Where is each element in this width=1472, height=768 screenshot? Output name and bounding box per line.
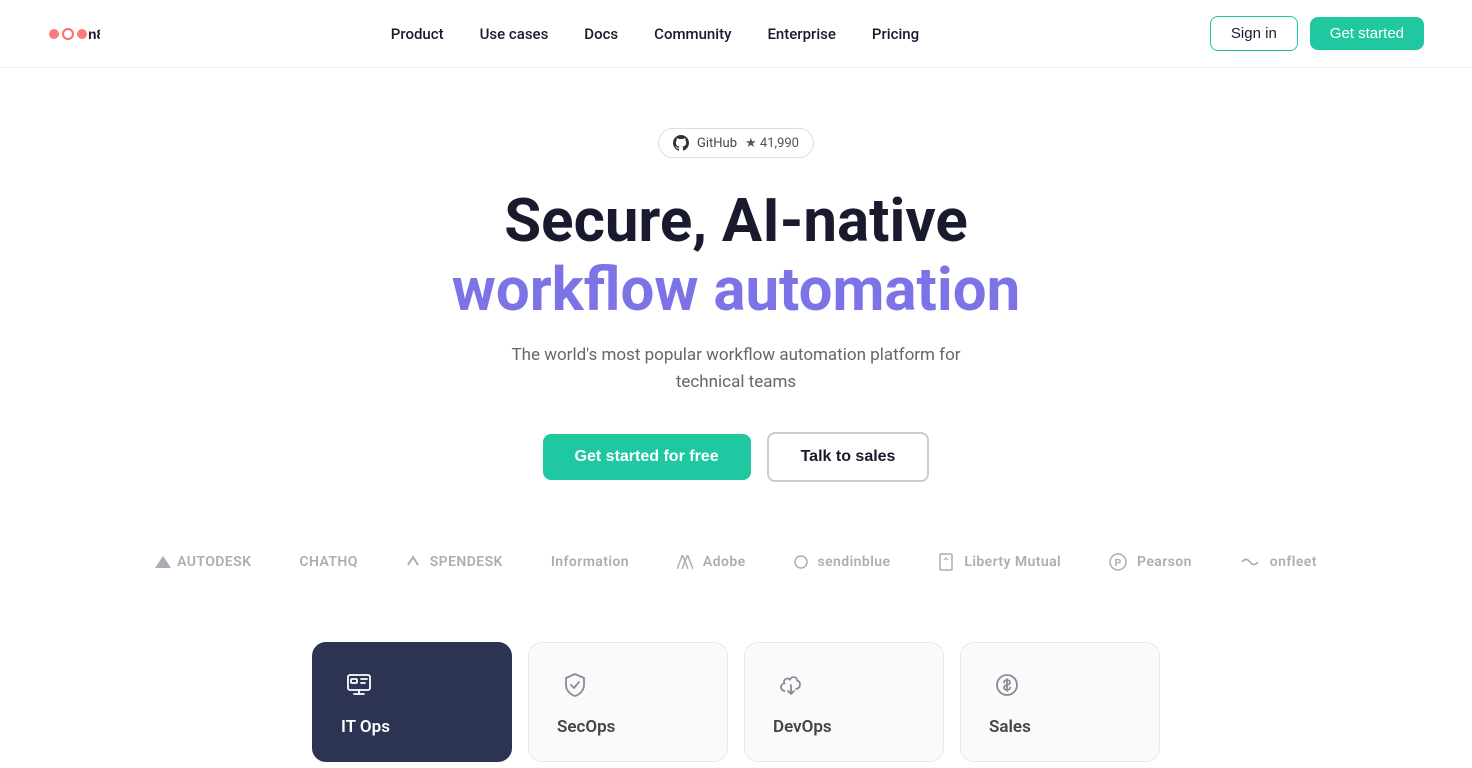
logo-sendinblue: sendinblue: [794, 554, 891, 570]
nav-usecases[interactable]: Use cases: [480, 25, 549, 43]
navigation: n8n Product Use cases Docs Community Ent…: [0, 0, 1472, 68]
github-icon: [673, 135, 689, 151]
headline-line2: workflow automation: [452, 255, 1020, 324]
libertymutual-icon: [938, 552, 954, 572]
tab-it-ops[interactable]: IT Ops: [312, 642, 512, 762]
tab-label-sales: Sales: [989, 717, 1031, 737]
tabs-section: IT Ops SecOps DevOps Sales: [0, 622, 1472, 762]
nav-enterprise[interactable]: Enterprise: [767, 25, 835, 43]
spendesk-icon: [406, 555, 420, 569]
nav-docs[interactable]: Docs: [584, 25, 618, 43]
logos-section: AUTODESK CHATHQ SPENDESK Information Ado…: [0, 532, 1472, 622]
tab-devops[interactable]: DevOps: [744, 642, 944, 762]
shield-icon: [557, 667, 593, 703]
logo-spendesk: SPENDESK: [406, 554, 503, 570]
signin-button[interactable]: Sign in: [1210, 16, 1298, 51]
hero-subtext: The world's most popular workflow automa…: [496, 342, 976, 396]
nav-product[interactable]: Product: [391, 25, 444, 43]
nav-links: Product Use cases Docs Community Enterpr…: [391, 25, 919, 43]
logo-information: Information: [551, 554, 629, 570]
sendinblue-icon: [794, 555, 808, 569]
getstarted-button[interactable]: Get started: [1310, 17, 1424, 50]
tab-label-secops: SecOps: [557, 717, 615, 737]
logo-pearson: P Pearson: [1109, 553, 1192, 571]
nav-actions: Sign in Get started: [1210, 16, 1424, 51]
pearson-icon: P: [1109, 553, 1127, 571]
hero-buttons: Get started for free Talk to sales: [543, 432, 930, 482]
adobe-icon: [677, 555, 693, 569]
nav-community[interactable]: Community: [654, 25, 731, 43]
hero-headline: Secure, AI-native workflow automation: [452, 186, 1020, 324]
logo-libertymutual: Liberty Mutual: [938, 552, 1061, 572]
github-stars: ★ 41,990: [745, 136, 799, 151]
logo-chathq: CHATHQ: [299, 554, 357, 570]
tab-label-it-ops: IT Ops: [341, 717, 390, 737]
tab-sales[interactable]: Sales: [960, 642, 1160, 762]
cloud-icon: [773, 667, 809, 703]
logo-adobe: Adobe: [677, 554, 746, 570]
logo-autodesk: AUTODESK: [155, 554, 251, 570]
autodesk-icon: [155, 554, 171, 570]
nav-pricing[interactable]: Pricing: [872, 25, 919, 43]
svg-text:P: P: [1115, 558, 1122, 569]
cta-secondary-button[interactable]: Talk to sales: [767, 432, 930, 482]
tab-label-devops: DevOps: [773, 717, 832, 737]
logo[interactable]: n8n: [48, 20, 100, 48]
dollar-icon: [989, 667, 1025, 703]
onfleet-icon: [1240, 556, 1260, 568]
logo-onfleet: onfleet: [1240, 554, 1317, 570]
hero-section: GitHub ★ 41,990 Secure, AI-native workfl…: [0, 68, 1472, 532]
monitor-icon: [341, 667, 377, 703]
svg-text:n8n: n8n: [88, 26, 100, 42]
tab-secops[interactable]: SecOps: [528, 642, 728, 762]
headline-line1: Secure, AI-native: [504, 185, 968, 256]
logo-icon: n8n: [48, 20, 100, 48]
github-badge[interactable]: GitHub ★ 41,990: [658, 128, 814, 158]
github-label: GitHub: [697, 136, 737, 151]
cta-primary-button[interactable]: Get started for free: [543, 434, 751, 480]
